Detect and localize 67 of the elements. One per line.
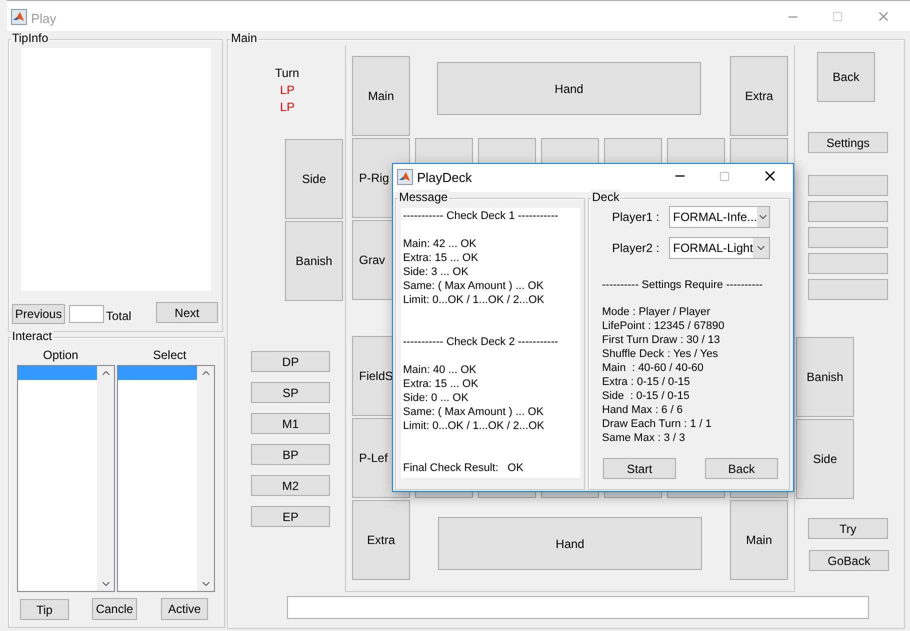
active-button[interactable]: Active [161,598,208,620]
previous-button[interactable]: Previous [12,304,65,324]
total-label: Total [106,308,132,325]
maximize-icon[interactable] [719,171,730,182]
player-label: Player1 : [612,209,660,226]
settings-button[interactable]: Settings [808,132,888,153]
settings-line: Extra : 0-15 / 0-15 [602,375,690,389]
panel-title: Message [398,190,449,205]
settings-line: LifePoint : 12345 / 67890 [602,319,724,333]
settings-line: Mode : Player / Player [602,305,710,319]
lp-label: LP [280,82,295,99]
cancel-button[interactable]: Cancle [92,598,137,620]
settings-line: Shuffle Deck : Yes / Yes [602,347,718,361]
phase-button[interactable]: EP [251,506,330,527]
settings-line: First Turn Draw : 30 / 13 [602,333,720,347]
back-button[interactable]: Back [817,52,875,102]
start-button[interactable]: Start [603,458,676,479]
app-logo-icon [397,169,413,185]
hand-zone[interactable]: Hand [438,517,702,570]
command-field[interactable] [287,596,869,619]
extra-zone[interactable]: Extra [730,56,788,136]
page-field[interactable] [69,305,104,323]
settings-line: Main : 40-60 / 40-60 [602,361,704,375]
app-logo-icon [11,9,27,25]
column-header: Option [43,347,78,364]
list-box[interactable] [117,365,215,592]
blank-button[interactable] [808,253,888,274]
phase-button[interactable]: DP [251,351,330,372]
banish-zone[interactable]: Banish [796,337,854,417]
go-back-button[interactable]: GoBack [809,550,889,571]
dialog-title: PlayDeck [417,169,472,187]
player-label: Player2 : [612,240,660,257]
phase-button[interactable]: M2 [251,475,330,496]
blank-button[interactable] [808,227,888,248]
main-zone[interactable]: Main [352,56,410,136]
turn-label: Turn [275,65,300,82]
phase-button[interactable]: BP [251,444,330,465]
phase-button[interactable]: M1 [251,413,330,434]
settings-line: Draw Each Turn : 1 / 1 [602,417,712,431]
settings-line: Hand Max : 6 / 6 [602,403,683,417]
panel-title: TipInfo [11,31,50,46]
back-button[interactable]: Back [705,458,778,479]
scrollbar[interactable] [197,366,214,591]
player-dropdown[interactable]: FORMAL-Light [669,237,770,259]
window-title: Play [31,10,56,28]
side-zone[interactable]: Side [285,139,343,219]
blank-button[interactable] [808,279,888,300]
hand-zone[interactable]: Hand [437,62,701,115]
blank-button[interactable] [808,201,888,222]
tip-button[interactable]: Tip [20,599,69,620]
settings-line: Side : 0-15 / 0-15 [602,389,690,403]
extra-zone[interactable]: Extra [352,500,410,580]
blank-button[interactable] [808,175,888,196]
side-zone[interactable]: Side [796,419,854,499]
settings-line: Same Max : 3 / 3 [602,431,686,445]
next-button[interactable]: Next [156,302,218,323]
banish-zone[interactable]: Banish [285,221,343,301]
list-box[interactable] [17,365,115,592]
scrollbar[interactable] [97,366,114,591]
player-dropdown[interactable]: FORMAL-Infe... [669,206,770,228]
lp-label: LP [280,99,295,116]
column-header: Select [153,347,186,364]
main-zone[interactable]: Main [730,500,788,580]
try-button[interactable]: Try [808,518,888,539]
maximize-icon[interactable] [832,11,843,22]
phase-button[interactable]: SP [251,382,330,403]
settings-header: ---------- Settings Require ---------- [602,278,763,293]
